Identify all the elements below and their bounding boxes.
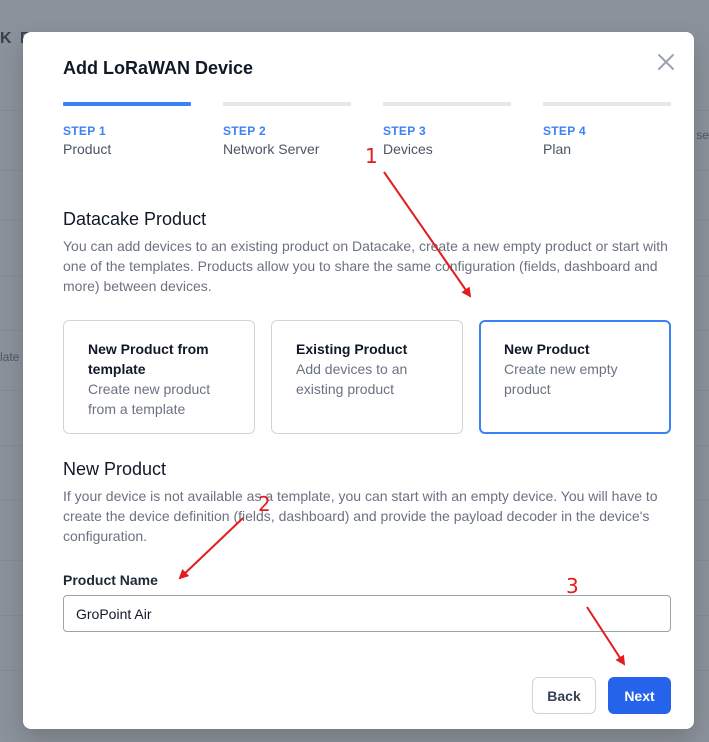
option-new-product-from-template[interactable]: New Product from template Create new pro… bbox=[63, 320, 255, 434]
datacake-product-heading: Datacake Product bbox=[63, 209, 207, 229]
datacake-product-description: You can add devices to an existing produ… bbox=[63, 238, 668, 294]
option-description: Add devices to an existing product bbox=[296, 361, 408, 397]
step-number: STEP 4 bbox=[543, 124, 586, 138]
option-description: Create new empty product bbox=[504, 361, 618, 397]
step-plan[interactable]: STEP 4 Plan bbox=[543, 102, 671, 157]
modal-title: Add LoRaWAN Device bbox=[63, 58, 254, 78]
step-label: Plan bbox=[543, 141, 572, 157]
close-icon bbox=[658, 54, 674, 70]
step-number: STEP 2 bbox=[223, 124, 266, 138]
option-title: New Product from template bbox=[88, 341, 209, 377]
option-new-product[interactable]: New Product Create new empty product bbox=[479, 320, 671, 434]
back-button[interactable]: Back bbox=[532, 677, 596, 714]
option-existing-product[interactable]: Existing Product Add devices to an exist… bbox=[271, 320, 463, 434]
add-device-modal: Add LoRaWAN Device STEP 1 Product STEP 2… bbox=[23, 32, 694, 729]
annotation-label-3: 3 bbox=[566, 574, 579, 598]
step-label: Network Server bbox=[223, 141, 320, 157]
option-title: New Product bbox=[504, 341, 590, 357]
step-label: Product bbox=[63, 141, 112, 157]
step-devices[interactable]: STEP 3 Devices bbox=[383, 102, 511, 157]
step-number: STEP 1 bbox=[63, 124, 106, 138]
step-product[interactable]: STEP 1 Product bbox=[63, 102, 191, 157]
step-number: STEP 3 bbox=[383, 124, 426, 138]
new-product-description: If your device is not available as a tem… bbox=[63, 488, 658, 544]
step-network-server[interactable]: STEP 2 Network Server bbox=[223, 102, 351, 157]
product-name-label: Product Name bbox=[63, 572, 158, 588]
step-progress-bar bbox=[223, 102, 351, 106]
close-button[interactable] bbox=[654, 50, 678, 74]
step-progress-bar bbox=[383, 102, 511, 106]
product-options: New Product from template Create new pro… bbox=[63, 320, 671, 434]
option-description: Create new product from a template bbox=[88, 381, 211, 417]
step-progress-bar bbox=[543, 102, 671, 106]
product-name-input[interactable] bbox=[63, 595, 671, 632]
step-progress-bar bbox=[63, 102, 191, 106]
new-product-heading: New Product bbox=[63, 459, 167, 479]
next-button[interactable]: Next bbox=[608, 677, 671, 714]
annotation-label-1: 1 bbox=[365, 144, 378, 168]
step-label: Devices bbox=[383, 141, 433, 157]
annotation-label-2: 2 bbox=[258, 492, 271, 516]
option-title: Existing Product bbox=[296, 341, 408, 357]
